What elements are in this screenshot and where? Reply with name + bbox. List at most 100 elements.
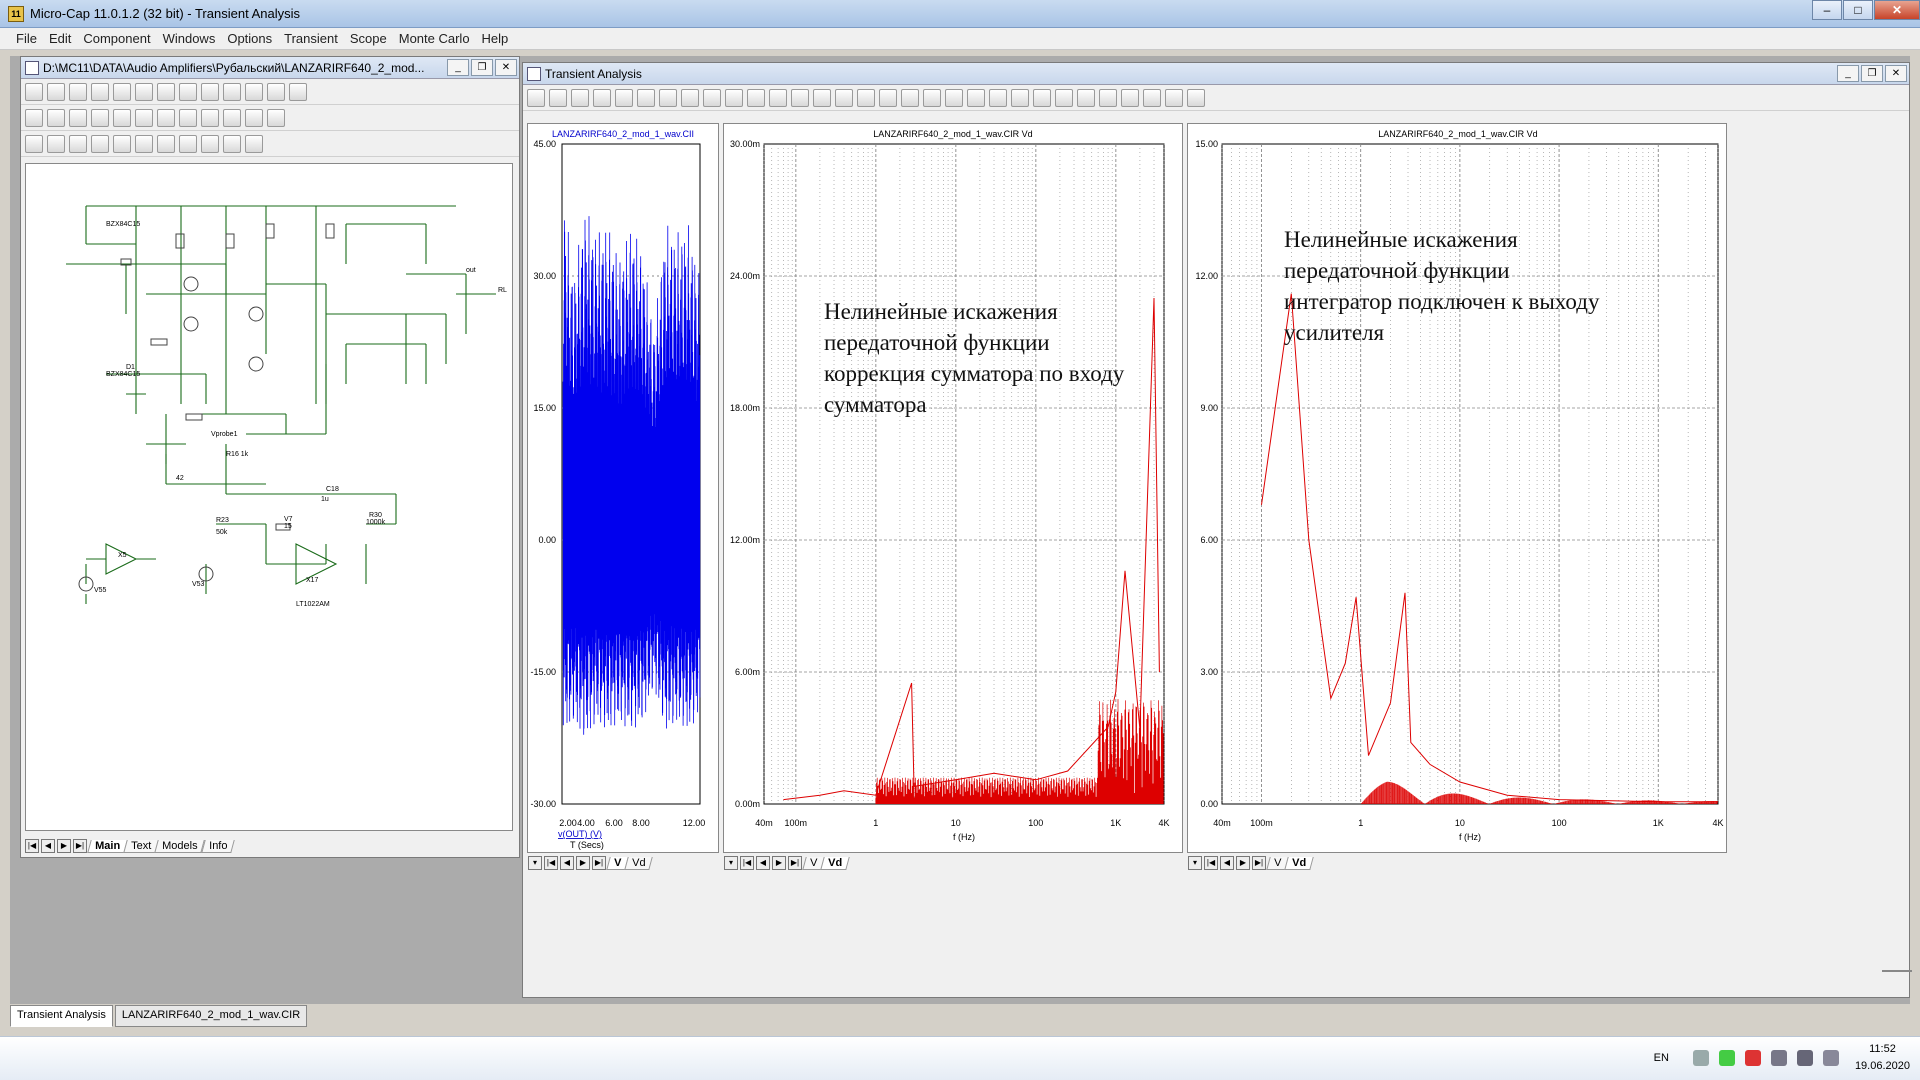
title-icon[interactable] [245,108,263,127]
schematic-close-button[interactable]: ✕ [495,59,517,76]
tile-vertical-icon[interactable] [769,88,787,107]
warning-icon[interactable] [179,108,197,127]
line-tool-icon[interactable] [91,82,109,101]
system-clock[interactable]: 11:52 19.06.2020 [1855,1041,1910,1075]
tab-models[interactable]: Models [154,839,206,853]
pause-icon[interactable] [681,88,699,107]
cursor-mode-icon[interactable] [791,88,809,107]
schematic-restore-button[interactable]: ❐ [471,59,493,76]
analysis-close-button[interactable]: ✕ [1885,65,1907,82]
menu-scope[interactable]: Scope [344,28,393,49]
fft-icon[interactable] [1077,88,1095,107]
slope-icon[interactable] [945,88,963,107]
language-indicator[interactable]: EN [1654,1052,1669,1064]
fft2-pane-last-icon[interactable]: ▶| [1252,856,1266,870]
menu-help[interactable]: Help [476,28,515,49]
zoom-area-icon[interactable] [1121,88,1139,107]
time-pane-last-icon[interactable]: ▶| [592,856,606,870]
fft2-pane-first-icon[interactable]: |◀ [1204,856,1218,870]
component-tool-icon[interactable] [135,82,153,101]
doc-tab-transient[interactable]: Transient Analysis [10,1005,113,1027]
tab-main[interactable]: Main [87,839,128,853]
analysis-minimize-button[interactable]: _ [1837,65,1859,82]
stop-run-icon[interactable] [659,88,677,107]
attribute-text-icon[interactable] [157,108,175,127]
time-pane-dropdown-icon[interactable]: ▾ [528,856,542,870]
fft2-tab-vd[interactable]: Vd [1284,856,1315,870]
mirror-icon[interactable] [47,134,65,153]
fft1-pane-prev-icon[interactable]: ◀ [756,856,770,870]
probe-tool-icon[interactable] [113,82,131,101]
zoom-out-icon[interactable] [179,134,197,153]
properties-icon[interactable] [725,88,743,107]
pin-connection-icon[interactable] [135,108,153,127]
time-tab-vd[interactable]: Vd [624,856,654,870]
menu-monte-carlo[interactable]: Monte Carlo [393,28,476,49]
grid-toggle-icon[interactable] [201,108,219,127]
label-icon[interactable] [1143,88,1161,107]
last-page-icon[interactable]: ▶| [73,839,87,853]
fft1-pane-dropdown-icon[interactable]: ▾ [724,856,738,870]
fft2-pane-next-icon[interactable]: ▶ [1236,856,1250,870]
menu-component[interactable]: Component [77,28,156,49]
zoom-out-analysis-icon[interactable] [835,88,853,107]
table-icon[interactable] [267,82,285,101]
text-tool-icon[interactable] [69,82,87,101]
peak-icon[interactable] [857,88,875,107]
doc-tab-circuit[interactable]: LANZARIRF640_2_mod_1_wav.CIR [114,1005,308,1027]
close-button[interactable]: ✕ [1874,0,1920,20]
menu-file[interactable]: File [10,28,43,49]
plot-icon[interactable] [549,88,567,107]
tray-flag-icon[interactable] [1770,1050,1787,1066]
font-icon[interactable] [245,134,263,153]
pan-icon[interactable] [1165,88,1183,107]
low-icon[interactable] [923,88,941,107]
save-icon[interactable] [571,88,589,107]
print-icon[interactable] [593,88,611,107]
first-page-icon[interactable]: |◀ [25,839,39,853]
resize-grip-icon[interactable] [1882,970,1912,972]
grid-snap-icon[interactable] [223,134,241,153]
high-icon[interactable] [901,88,919,107]
next-page-icon[interactable]: ▶ [57,839,71,853]
time-pane-next-icon[interactable]: ▶ [576,856,590,870]
menu-edit[interactable]: Edit [43,28,77,49]
zoom-in-icon[interactable] [157,134,175,153]
help-icon[interactable] [223,82,241,101]
fft2-pane[interactable]: LANZARIRF640_2_mod_1_wav.CIR Vd 15.00 12… [1187,123,1727,870]
tray-volume-icon[interactable] [1822,1050,1839,1066]
tray-network-icon[interactable] [1796,1050,1813,1066]
rotate-icon[interactable] [25,134,43,153]
global-low-icon[interactable] [1011,88,1029,107]
performance-icon[interactable] [1055,88,1073,107]
valley-icon[interactable] [879,88,897,107]
select-tool-icon[interactable] [25,82,43,101]
fft1-pane[interactable]: LANZARIRF640_2_mod_1_wav.CIR Vd 30.00m 2… [723,123,1183,870]
copy-icon[interactable] [135,134,153,153]
prev-page-icon[interactable]: ◀ [41,839,55,853]
binoculars-icon[interactable] [91,134,109,153]
node-numbers-icon[interactable] [25,108,43,127]
inflection-icon[interactable] [967,88,985,107]
border-icon[interactable] [223,108,241,127]
time-pane-prev-icon[interactable]: ◀ [560,856,574,870]
page-icon[interactable] [267,108,285,127]
zoom-in-analysis-icon[interactable] [813,88,831,107]
grid-icon[interactable] [245,82,263,101]
menu-transient[interactable]: Transient [278,28,344,49]
condition-icon[interactable] [113,108,131,127]
copy-plot-icon[interactable] [1033,88,1051,107]
window-icon[interactable] [1187,88,1205,107]
text-icon[interactable] [615,88,633,107]
schematic-canvas[interactable]: LT1022AM C18 1u R30 1000k V7 15 X17 R23 … [25,163,513,831]
fft1-pane-next-icon[interactable]: ▶ [772,856,786,870]
fft2-pane-dropdown-icon[interactable]: ▾ [1188,856,1202,870]
time-pane[interactable]: LANZARIRF640_2_mod_1_wav.CII 45.00 30.00… [527,123,719,870]
macro-tool-icon[interactable] [157,82,175,101]
fft1-pane-last-icon[interactable]: ▶| [788,856,802,870]
tab-info[interactable]: Info [200,839,235,853]
image-tool-icon[interactable] [179,82,197,101]
fft2-pane-prev-icon[interactable]: ◀ [1220,856,1234,870]
global-high-icon[interactable] [989,88,1007,107]
power-icon[interactable] [91,108,109,127]
